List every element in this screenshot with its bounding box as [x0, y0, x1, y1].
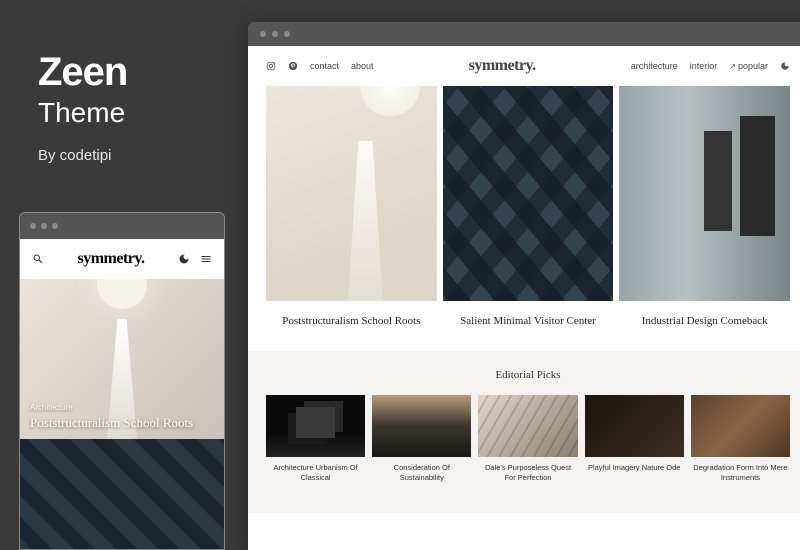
- theme-subtitle: Theme: [38, 97, 127, 129]
- hero-grid: [248, 86, 800, 301]
- hero-title[interactable]: Industrial Design Comeback: [619, 315, 790, 327]
- nav-popular[interactable]: popular: [729, 61, 768, 71]
- traffic-light-dot: [30, 223, 36, 229]
- pick-image: [266, 395, 365, 457]
- traffic-light-dot: [52, 223, 58, 229]
- pick-image: [585, 395, 684, 457]
- pick-card[interactable]: Degradation Form Into Mere Instruments: [691, 395, 790, 483]
- site-logo[interactable]: symmetry.: [77, 250, 144, 268]
- hero-image: [266, 86, 437, 301]
- mobile-viewport: symmetry. Architecture Poststructuralism…: [20, 239, 224, 549]
- mobile-second-image[interactable]: [20, 439, 224, 549]
- pick-image: [478, 395, 577, 457]
- picks-grid: Architecture Urbanism Of Classical Consi…: [266, 395, 790, 483]
- mobile-window-chrome: [20, 213, 224, 239]
- pick-title: Consideration Of Sustainability: [372, 463, 471, 483]
- top-nav: contact about symmetry. architecture int…: [248, 46, 800, 86]
- nav-interior[interactable]: interior: [690, 61, 718, 71]
- theme-byline: By codetipi: [38, 147, 127, 164]
- pick-card[interactable]: Consideration Of Sustainability: [372, 395, 471, 483]
- pick-title: Dale's Purposeless Quest For Perfection: [478, 463, 577, 483]
- traffic-light-dot: [284, 31, 290, 37]
- nav-architecture[interactable]: architecture: [631, 61, 678, 71]
- hero-image: [619, 86, 790, 301]
- hero-title[interactable]: Poststructuralism School Roots: [266, 315, 437, 327]
- theme-name: Zeen: [38, 50, 127, 95]
- mobile-hero-image[interactable]: Architecture Poststructuralism School Ro…: [20, 279, 224, 439]
- theme-info: Zeen Theme By codetipi: [38, 50, 127, 164]
- pick-image: [691, 395, 790, 457]
- pinterest-icon[interactable]: [288, 61, 298, 71]
- mobile-header: symmetry.: [20, 239, 224, 279]
- hero-image: [443, 86, 614, 301]
- hero-titles: Poststructuralism School Roots Salient M…: [248, 301, 800, 351]
- nav-about[interactable]: about: [351, 61, 374, 71]
- desktop-viewport: contact about symmetry. architecture int…: [248, 46, 800, 550]
- mobile-preview: symmetry. Architecture Poststructuralism…: [19, 212, 225, 550]
- mobile-hero-category: Architecture: [30, 403, 193, 412]
- nav-contact[interactable]: contact: [310, 61, 339, 71]
- instagram-icon[interactable]: [266, 61, 276, 71]
- pick-card[interactable]: Architecture Urbanism Of Classical: [266, 395, 365, 483]
- mobile-hero-title: Poststructuralism School Roots: [30, 415, 193, 431]
- pick-card[interactable]: Playful Imagery Nature Ode: [585, 395, 684, 483]
- theme-toggle-icon[interactable]: [780, 61, 790, 71]
- site-logo[interactable]: symmetry.: [469, 57, 536, 75]
- desktop-window-chrome: [248, 22, 800, 46]
- traffic-light-dot: [41, 223, 47, 229]
- search-icon[interactable]: [32, 253, 44, 265]
- pick-image: [372, 395, 471, 457]
- traffic-light-dot: [272, 31, 278, 37]
- theme-toggle-icon[interactable]: [178, 253, 190, 265]
- hero-card[interactable]: [443, 86, 614, 301]
- hero-title[interactable]: Salient Minimal Visitor Center: [443, 315, 614, 327]
- pick-title: Degradation Form Into Mere Instruments: [691, 463, 790, 483]
- desktop-preview: contact about symmetry. architecture int…: [248, 22, 800, 550]
- hero-card[interactable]: [619, 86, 790, 301]
- editorial-heading: Editorial Picks: [266, 369, 790, 381]
- traffic-light-dot: [260, 31, 266, 37]
- menu-icon[interactable]: [200, 253, 212, 265]
- pick-title: Architecture Urbanism Of Classical: [266, 463, 365, 483]
- pick-title: Playful Imagery Nature Ode: [585, 463, 684, 473]
- pick-card[interactable]: Dale's Purposeless Quest For Perfection: [478, 395, 577, 483]
- editorial-section: Editorial Picks Architecture Urbanism Of…: [248, 351, 800, 513]
- hero-card[interactable]: [266, 86, 437, 301]
